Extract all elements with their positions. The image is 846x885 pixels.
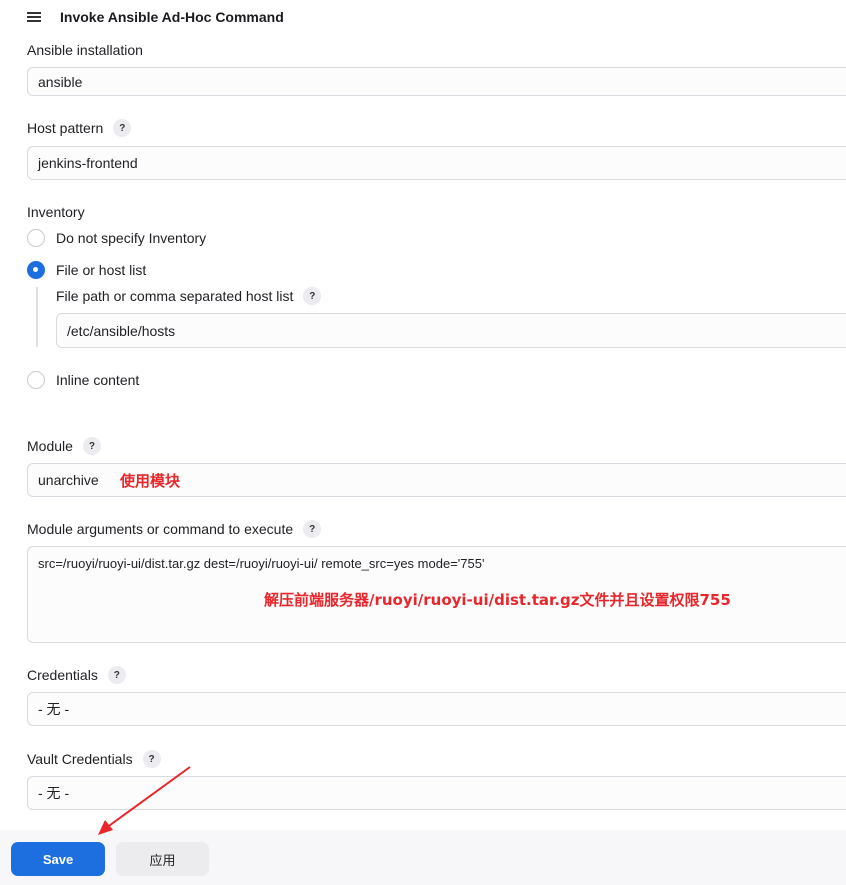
help-icon[interactable]: ? bbox=[303, 287, 322, 305]
apply-button[interactable]: 应用 bbox=[116, 842, 209, 876]
ansible-adhoc-config-page: Invoke Ansible Ad-Hoc Command Ansible in… bbox=[0, 0, 846, 885]
credentials-select[interactable]: - 无 - bbox=[27, 692, 846, 726]
vault-credentials-value: - 无 - bbox=[38, 785, 70, 801]
inventory-label-text: Inventory bbox=[27, 204, 85, 220]
radio-unchecked-icon[interactable] bbox=[27, 229, 45, 247]
vault-credentials-label: Vault Credentials ? bbox=[27, 750, 161, 768]
module-annotation: 使用模块 bbox=[120, 472, 181, 490]
module-args-label-text: Module arguments or command to execute bbox=[27, 521, 294, 537]
ansible-installation-label-text: Ansible installation bbox=[27, 42, 143, 58]
inventory-option-inline-label: Inline content bbox=[56, 372, 140, 388]
radio-unchecked-icon[interactable] bbox=[27, 371, 45, 389]
host-pattern-label-text: Host pattern bbox=[27, 120, 104, 136]
credentials-label: Credentials ? bbox=[27, 666, 126, 684]
module-value: unarchive bbox=[38, 472, 99, 488]
host-pattern-value: jenkins-frontend bbox=[38, 155, 138, 171]
help-icon[interactable]: ? bbox=[113, 119, 132, 137]
nested-section-divider bbox=[36, 287, 38, 347]
host-pattern-input[interactable]: jenkins-frontend bbox=[27, 146, 846, 180]
credentials-value: - 无 - bbox=[38, 701, 70, 717]
credentials-label-text: Credentials bbox=[27, 667, 98, 683]
inventory-option-file-label: File or host list bbox=[56, 262, 147, 278]
host-pattern-label: Host pattern ? bbox=[27, 119, 132, 137]
inventory-option-file[interactable]: File or host list bbox=[27, 260, 146, 280]
help-icon[interactable]: ? bbox=[82, 437, 101, 455]
module-args-label: Module arguments or command to execute ? bbox=[27, 520, 322, 538]
module-args-annotation: 解压前端服务器/ruoyi/ruoyi-ui/dist.tar.gz文件并且设置… bbox=[264, 591, 731, 609]
help-icon[interactable]: ? bbox=[142, 750, 161, 768]
help-icon[interactable]: ? bbox=[107, 666, 126, 684]
inventory-option-inline[interactable]: Inline content bbox=[27, 370, 139, 390]
module-label-text: Module bbox=[27, 438, 73, 454]
inventory-option-none-label: Do not specify Inventory bbox=[56, 230, 207, 246]
save-button[interactable]: Save bbox=[11, 842, 105, 876]
section-title: Invoke Ansible Ad-Hoc Command bbox=[60, 9, 284, 25]
module-label: Module ? bbox=[27, 437, 101, 455]
vault-credentials-label-text: Vault Credentials bbox=[27, 751, 133, 767]
ansible-installation-value: ansible bbox=[38, 73, 83, 90]
inventory-option-none[interactable]: Do not specify Inventory bbox=[27, 228, 206, 248]
ansible-installation-label: Ansible installation bbox=[27, 41, 143, 59]
inventory-label: Inventory bbox=[27, 203, 85, 221]
file-path-value: /etc/ansible/hosts bbox=[67, 322, 176, 339]
file-path-label: File path or comma separated host list ? bbox=[56, 287, 322, 305]
file-path-input[interactable]: /etc/ansible/hosts bbox=[56, 313, 846, 348]
module-args-value: src=/ruoyi/ruoyi-ui/dist.tar.gz dest=/ru… bbox=[38, 556, 485, 571]
help-icon[interactable]: ? bbox=[303, 520, 322, 538]
drag-handle-icon[interactable] bbox=[27, 12, 41, 22]
section-header: Invoke Ansible Ad-Hoc Command bbox=[27, 8, 284, 26]
vault-credentials-select[interactable]: - 无 - bbox=[27, 776, 846, 810]
ansible-installation-select[interactable]: ansible bbox=[27, 67, 846, 96]
file-path-label-text: File path or comma separated host list bbox=[56, 288, 294, 304]
radio-checked-icon[interactable] bbox=[27, 261, 45, 279]
